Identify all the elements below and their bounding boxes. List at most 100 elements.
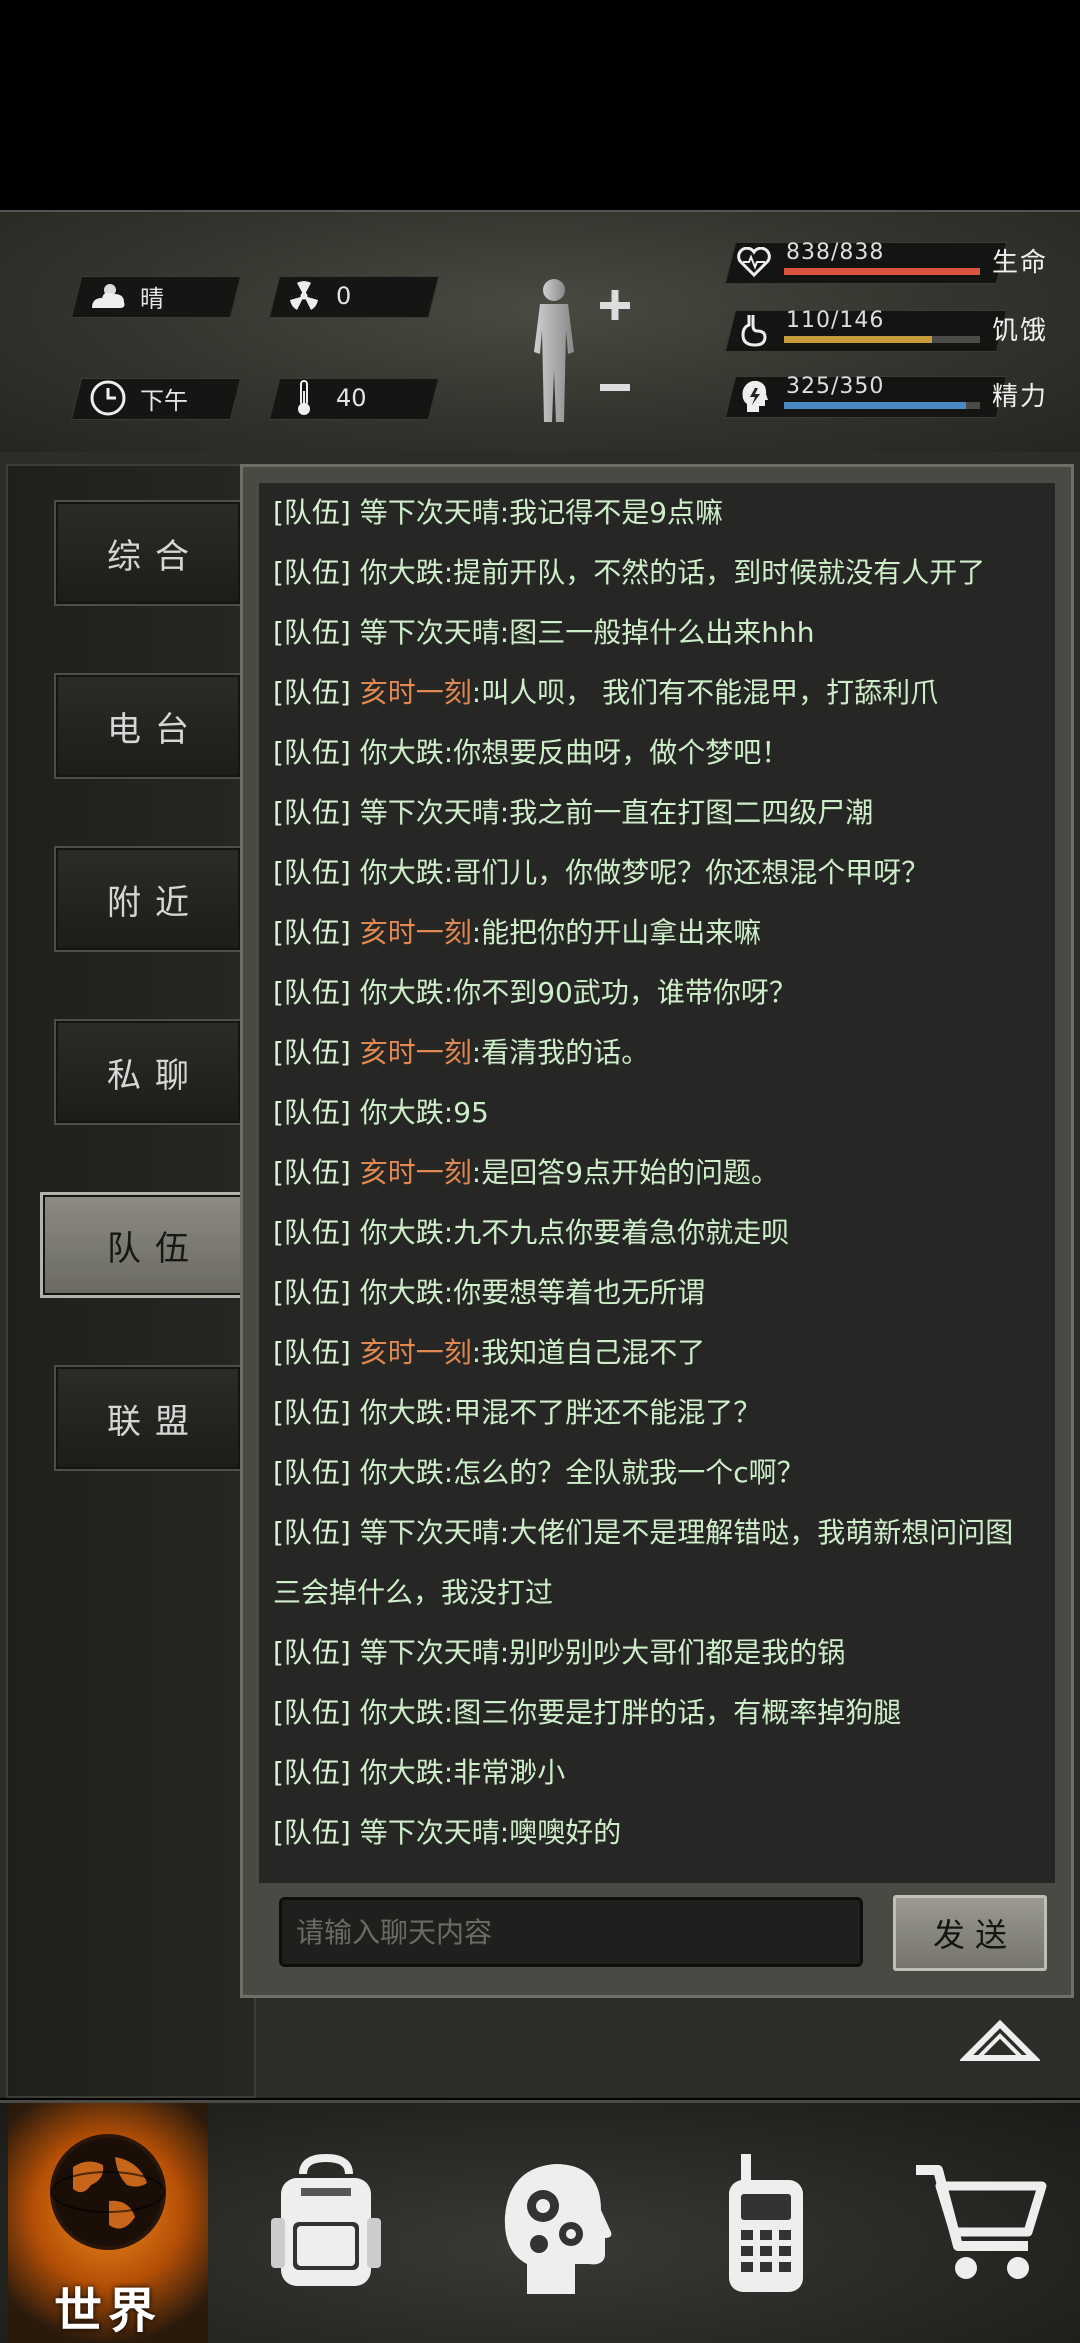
- collapse-up-button[interactable]: [958, 2014, 1042, 2074]
- nav-world-label: 世界: [53, 2283, 162, 2339]
- nav-world-button[interactable]: 世界: [8, 2103, 208, 2343]
- chat-messages[interactable]: [队伍] 等下次天晴:我记得不是9点嘛 [队伍] 你大跌:提前开队，不然的话，到时…: [259, 483, 1055, 1883]
- chat-sender-name[interactable]: 亥时一刻: [360, 1036, 472, 1069]
- chat-channel-tag: [队伍]: [273, 976, 351, 1009]
- nav-inventory-button[interactable]: [226, 2103, 426, 2343]
- head-gears-icon: [504, 2164, 612, 2294]
- energy-stat: 325/350 精力: [724, 372, 1070, 418]
- chat-sender-name[interactable]: 等下次天晴: [360, 796, 500, 829]
- chat-sender-name[interactable]: 亥时一刻: [360, 1156, 472, 1189]
- chat-sender-name[interactable]: 等下次天晴: [360, 616, 500, 649]
- health-bar-fill: [784, 268, 980, 275]
- chat-channel-tag: [队伍]: [273, 1036, 351, 1069]
- chat-sender-name[interactable]: 亥时一刻: [360, 1336, 472, 1369]
- chat-channel-tag: [队伍]: [273, 1696, 351, 1729]
- chat-channel-tag: [队伍]: [273, 1756, 351, 1789]
- chat-message-text: :能把你的开山拿出来嘛: [471, 916, 762, 949]
- human-body-icon: [534, 279, 630, 422]
- status-header: 晴 0 下午 40 838/838 生命 110/146 饥饿 325/350 …: [0, 210, 1080, 455]
- nav-radio-button[interactable]: [666, 2103, 866, 2343]
- chat-message: [队伍] 亥时一刻:叫人呗， 我们有不能混甲，打舔利爪: [259, 663, 1055, 723]
- weather-display: 晴: [86, 276, 164, 316]
- chat-sender-name[interactable]: 你大跌: [360, 1276, 444, 1309]
- chat-channel-tag: [队伍]: [273, 796, 351, 829]
- temperature-value: 40: [336, 384, 367, 412]
- chat-channel-tag: [队伍]: [273, 856, 351, 889]
- radiation-icon: [282, 276, 326, 316]
- time-display: 下午: [86, 378, 188, 418]
- globe-icon: [50, 2134, 166, 2250]
- chat-message-text: :别吵别吵大哥们都是我的锅: [499, 1636, 846, 1669]
- chat-sender-name[interactable]: 你大跌: [360, 856, 444, 889]
- chat-message-text: :我之前一直在打图二四级尸潮: [499, 796, 874, 829]
- chat-message-text: :你要想等着也无所谓: [443, 1276, 706, 1309]
- chat-sender-name[interactable]: 你大跌: [360, 1216, 444, 1249]
- hunger-stat: 110/146 饥饿: [724, 306, 1070, 352]
- nav-skills-button[interactable]: [452, 2103, 652, 2343]
- chat-sender-name[interactable]: 你大跌: [360, 556, 444, 589]
- chat-message: [队伍] 等下次天晴:图三一般掉什么出来hhh: [259, 603, 1055, 663]
- chat-message-text: :噢噢好的: [499, 1816, 622, 1849]
- chat-message-text: :95: [443, 1096, 489, 1129]
- chat-sender-name[interactable]: 等下次天晴: [360, 496, 500, 529]
- chat-channel-tag: [队伍]: [273, 1216, 351, 1249]
- chat-message: [队伍] 等下次天晴:大佬们是不是理解错哒，我萌新想问问图三会掉什么，我没打过: [259, 1503, 1055, 1623]
- chat-sender-name[interactable]: 你大跌: [360, 1096, 444, 1129]
- radiation-value: 0: [336, 282, 352, 310]
- health-stat: 838/838 生命: [724, 238, 1070, 284]
- message-list: [队伍] 等下次天晴:我记得不是9点嘛 [队伍] 你大跌:提前开队，不然的话，到时…: [259, 483, 1055, 1863]
- temperature-display: 40: [282, 378, 367, 418]
- chat-sender-name[interactable]: 你大跌: [360, 976, 444, 1009]
- chat-message: [队伍] 你大跌:你想要反曲呀，做个梦吧！: [259, 723, 1055, 783]
- chat-sender-name[interactable]: 你大跌: [360, 1396, 444, 1429]
- chat-message: [队伍] 亥时一刻:能把你的开山拿出来嘛: [259, 903, 1055, 963]
- hunger-value: 110/146: [786, 308, 885, 333]
- tab-radio[interactable]: 电台: [54, 673, 242, 779]
- shopping-cart-icon: [916, 2165, 1047, 2279]
- energy-bar-fill: [784, 402, 967, 409]
- body-status-button[interactable]: [520, 272, 640, 432]
- chat-channel-tag: [队伍]: [273, 1636, 351, 1669]
- chat-sender-name[interactable]: 亥时一刻: [360, 676, 472, 709]
- time-value: 下午: [140, 386, 188, 415]
- chat-channel-tag: [队伍]: [273, 736, 351, 769]
- chat-message-text: :提前开队，不然的话，到时候就没有人开了: [443, 556, 986, 589]
- chat-message: [队伍] 你大跌:提前开队，不然的话，到时候就没有人开了: [259, 543, 1055, 603]
- clock-icon: [86, 378, 130, 418]
- chat-sender-name[interactable]: 等下次天晴: [360, 1636, 500, 1669]
- tab-alliance[interactable]: 联盟: [54, 1365, 242, 1471]
- chat-message: [队伍] 你大跌:你要想等着也无所谓: [259, 1263, 1055, 1323]
- chat-sender-name[interactable]: 你大跌: [360, 1456, 444, 1489]
- cloud-sun-icon: [86, 276, 130, 316]
- chat-sender-name[interactable]: 你大跌: [360, 1756, 444, 1789]
- chat-message-text: :你不到90武功，谁带你呀？: [443, 976, 797, 1009]
- nav-shop-button[interactable]: [880, 2103, 1080, 2343]
- chat-message: [队伍] 你大跌:甲混不了胖还不能混了？: [259, 1383, 1055, 1443]
- chat-channel-tag: [队伍]: [273, 1516, 351, 1549]
- heart-icon: [734, 240, 774, 284]
- chat-message: [队伍] 亥时一刻:看清我的话。: [259, 1023, 1055, 1083]
- chat-input[interactable]: [279, 1897, 863, 1967]
- chat-sender-name[interactable]: 亥时一刻: [360, 916, 472, 949]
- chat-message-text: :哥们儿，你做梦呢？你还想混个甲呀？: [443, 856, 930, 889]
- chat-message: [队伍] 等下次天晴:我之前一直在打图二四级尸潮: [259, 783, 1055, 843]
- chat-sender-name[interactable]: 你大跌: [360, 1696, 444, 1729]
- chat-message: [队伍] 亥时一刻:是回答9点开始的问题。: [259, 1143, 1055, 1203]
- chat-sender-name[interactable]: 等下次天晴: [360, 1516, 500, 1549]
- chat-screen: 综合 电台 附近 私聊 队伍 联盟 [队伍] 等下次天晴:我记得不是9点嘛 [队伍…: [0, 452, 1080, 2098]
- chat-panel: [队伍] 等下次天晴:我记得不是9点嘛 [队伍] 你大跌:提前开队，不然的话，到时…: [240, 464, 1074, 1998]
- tab-general[interactable]: 综合: [54, 500, 242, 606]
- chat-sender-name[interactable]: 等下次天晴: [360, 1816, 500, 1849]
- energy-value: 325/350: [786, 374, 885, 399]
- chat-channel-tag: [队伍]: [273, 1276, 351, 1309]
- backpack-icon: [271, 2153, 381, 2286]
- chat-channel-tag: [队伍]: [273, 1336, 351, 1369]
- chat-message-text: :我知道自己混不了: [471, 1336, 706, 1369]
- send-button[interactable]: 发送: [893, 1895, 1047, 1971]
- tab-team[interactable]: 队伍: [40, 1192, 256, 1298]
- tab-nearby[interactable]: 附近: [54, 846, 242, 952]
- channel-tabs: 综合 电台 附近 私聊 队伍 联盟: [6, 464, 256, 2098]
- chat-message-text: :叫人呗， 我们有不能混甲，打舔利爪: [471, 676, 939, 709]
- tab-private[interactable]: 私聊: [54, 1019, 242, 1125]
- chat-sender-name[interactable]: 你大跌: [360, 736, 444, 769]
